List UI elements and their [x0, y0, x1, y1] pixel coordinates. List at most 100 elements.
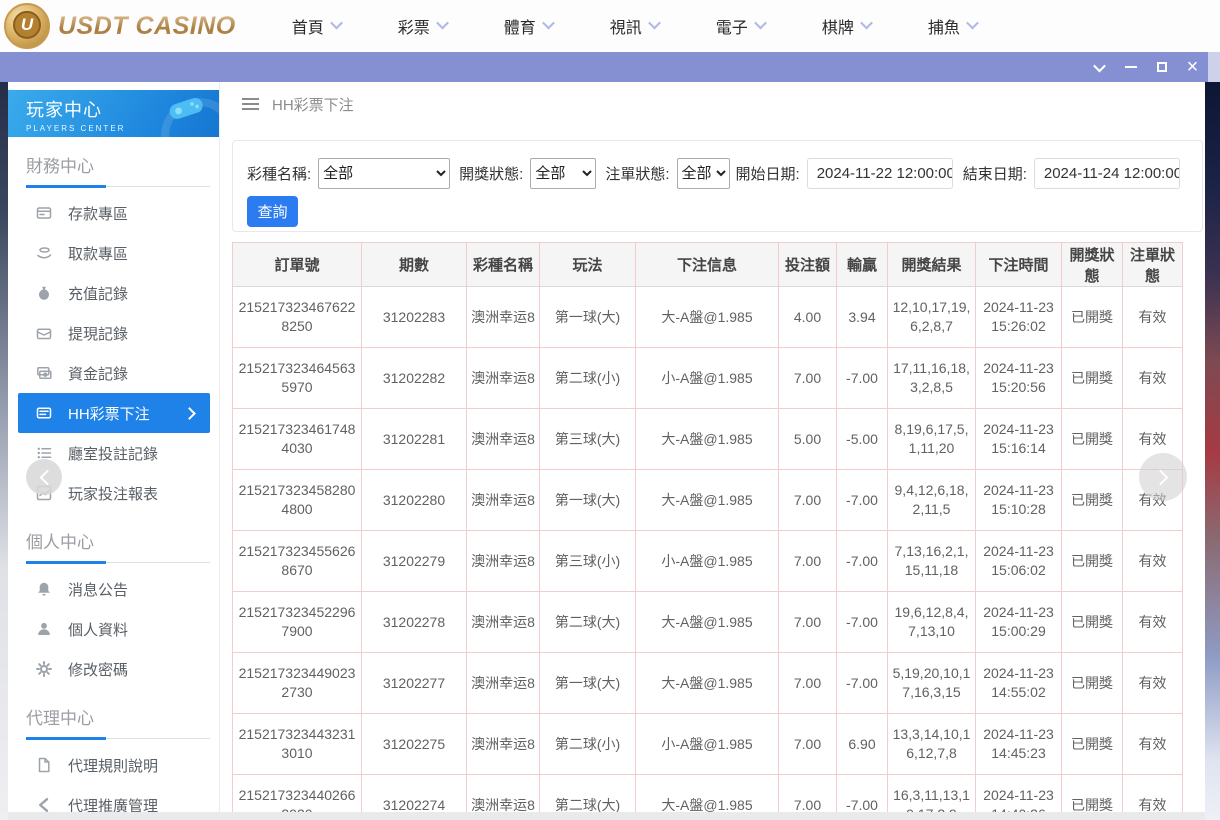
- window-menu-button[interactable]: [1084, 52, 1115, 82]
- filter-row: 彩種名稱: 全部 開獎狀態: 全部 注單狀態: 全部 開始日期: 結束日期:: [247, 158, 1202, 189]
- main-content: HH彩票下注 彩種名稱: 全部 開獎狀態: 全部 注單狀態: 全部: [221, 82, 1205, 812]
- table-cell: 5,19,20,10,17,16,3,15: [888, 653, 976, 714]
- sidebar-item-提現記錄[interactable]: 提現記錄: [18, 313, 210, 353]
- nav-item-捕魚[interactable]: 捕魚: [928, 14, 977, 38]
- table-cell: 有效: [1123, 714, 1183, 775]
- lottery-name-select[interactable]: 全部: [318, 158, 450, 189]
- table-cell: 小-A盤@1.985: [636, 348, 779, 409]
- chevron-left-icon: [39, 469, 55, 485]
- sidebar-item-代理規則說明[interactable]: 代理規則說明: [18, 745, 210, 785]
- person-icon: [36, 621, 52, 637]
- nav-item-label: 電子: [716, 14, 748, 38]
- sidebar-item-label: 修改密碼: [68, 659, 128, 680]
- table-cell: -7.00: [837, 531, 888, 592]
- close-button[interactable]: ×: [1177, 52, 1208, 82]
- sidebar: 玩家中心 PLAYERS CENTER 財務中心存款專區取款專區充值記錄提現記錄…: [8, 82, 220, 812]
- nav-item-label: 首頁: [292, 14, 324, 38]
- table-cell: 2152173234402662920: [233, 775, 362, 813]
- maximize-button[interactable]: [1146, 52, 1177, 82]
- draw-status-select[interactable]: 全部: [530, 158, 596, 189]
- table-cell: 澳洲幸运8: [467, 714, 540, 775]
- table-row: 215217323452296790031202278澳洲幸运8第二球(大)大-…: [233, 592, 1183, 653]
- table-cell: 7,13,16,2,1,15,11,18: [888, 531, 976, 592]
- table-row: 215217323455626867031202279澳洲幸运8第三球(小)小-…: [233, 531, 1183, 592]
- app-window: 玩家中心 PLAYERS CENTER 財務中心存款專區取款專區充值記錄提現記錄…: [8, 82, 1205, 812]
- table-cell: 12,10,17,19,6,2,8,7: [888, 287, 976, 348]
- table-cell: 已開獎: [1062, 653, 1123, 714]
- table-cell: 小-A盤@1.985: [636, 531, 779, 592]
- table-cell: 大-A盤@1.985: [636, 287, 779, 348]
- table-cell: 第二球(小): [540, 348, 636, 409]
- table-cell: 7.00: [779, 348, 837, 409]
- chevron-down-icon: [330, 17, 343, 30]
- start-date-input[interactable]: [807, 158, 953, 189]
- sidebar-item-label: 資金記錄: [68, 363, 128, 384]
- bottom-scrollbar-track: [8, 812, 1205, 820]
- table-cell: 有效: [1123, 287, 1183, 348]
- start-date-label: 開始日期:: [736, 163, 800, 184]
- table-cell: 31202283: [362, 287, 467, 348]
- usdt-casino-logo[interactable]: U USDT CASINO: [4, 3, 236, 49]
- menu-icon[interactable]: [242, 95, 259, 113]
- screen: U USDT CASINO 首頁彩票體育視訊電子棋牌捕魚 × 玩家中心 PLAY…: [0, 0, 1220, 820]
- column-header: 期數: [362, 243, 467, 287]
- end-date-input[interactable]: [1034, 158, 1180, 189]
- table-cell: 4.00: [779, 287, 837, 348]
- table-cell: 第二球(大): [540, 775, 636, 813]
- nav-item-label: 捕魚: [928, 14, 960, 38]
- sidebar-item-個人資料[interactable]: 個人資料: [18, 609, 210, 649]
- table-cell: 澳洲幸运8: [467, 653, 540, 714]
- table-cell: 已開獎: [1062, 287, 1123, 348]
- table-cell: 小-A盤@1.985: [636, 714, 779, 775]
- collapse-left-button[interactable]: [26, 459, 62, 495]
- nav-item-首頁[interactable]: 首頁: [292, 14, 341, 38]
- table-cell: 已開獎: [1062, 531, 1123, 592]
- table-cell: 澳洲幸运8: [467, 531, 540, 592]
- table-cell: 16,3,11,13,19,17,2,9: [888, 775, 976, 813]
- table-cell: 大-A盤@1.985: [636, 592, 779, 653]
- nav-item-彩票[interactable]: 彩票: [398, 14, 447, 38]
- main-nav: 首頁 彩票 體育 視訊 電子 棋牌 捕魚: [292, 14, 977, 38]
- table-cell: 31202278: [362, 592, 467, 653]
- nav-item-label: 體育: [504, 14, 536, 38]
- table-cell: 第一球(大): [540, 470, 636, 531]
- column-header: 開獎狀態: [1062, 243, 1123, 287]
- search-button[interactable]: 查詢: [247, 196, 298, 227]
- table-row: 215217323449023273031202277澳洲幸运8第一球(大)大-…: [233, 653, 1183, 714]
- sidebar-item-充值記錄[interactable]: 充值記錄: [18, 273, 210, 313]
- table-cell: 3.94: [837, 287, 888, 348]
- table-cell: -5.00: [837, 409, 888, 470]
- nav-item-體育[interactable]: 體育: [504, 14, 553, 38]
- sidebar-item-消息公告[interactable]: 消息公告: [18, 569, 210, 609]
- table-cell: 31202275: [362, 714, 467, 775]
- table-cell: 大-A盤@1.985: [636, 409, 779, 470]
- column-header: 注單狀態: [1123, 243, 1183, 287]
- table-cell: 7.00: [779, 714, 837, 775]
- table-cell: 大-A盤@1.985: [636, 470, 779, 531]
- lottery-bet-icon: [36, 405, 52, 421]
- column-header: 彩種名稱: [467, 243, 540, 287]
- nav-item-棋牌[interactable]: 棋牌: [822, 14, 871, 38]
- sidebar-item-資金記錄[interactable]: 資金記錄: [18, 353, 210, 393]
- sidebar-item-修改密碼[interactable]: 修改密碼: [18, 649, 210, 689]
- table-cell: 澳洲幸运8: [467, 775, 540, 813]
- minimize-button[interactable]: [1115, 52, 1146, 82]
- table-cell: -7.00: [837, 653, 888, 714]
- nav-item-電子[interactable]: 電子: [716, 14, 765, 38]
- nav-item-視訊[interactable]: 視訊: [610, 14, 659, 38]
- sidebar-item-取款專區[interactable]: 取款專區: [18, 233, 210, 273]
- deposit-card-icon: [36, 205, 52, 221]
- expand-right-button[interactable]: [1139, 453, 1187, 501]
- table-cell: 2152173234617484030: [233, 409, 362, 470]
- sidebar-item-存款專區[interactable]: 存款專區: [18, 193, 210, 233]
- sidebar-section-title: 財務中心: [26, 152, 219, 177]
- titlebar-edge: [1208, 52, 1220, 82]
- table-cell: 2024-11-23 14:55:02: [976, 653, 1062, 714]
- table-cell: 澳洲幸运8: [467, 287, 540, 348]
- funds-record-icon: [36, 365, 52, 381]
- table-row: 215217323467622825031202283澳洲幸运8第一球(大)大-…: [233, 287, 1183, 348]
- order-status-select[interactable]: 全部: [677, 158, 730, 189]
- sidebar-item-HH彩票下注[interactable]: HH彩票下注: [18, 393, 210, 433]
- withdrawal-record-icon: [36, 325, 52, 341]
- table-cell: 7.00: [779, 775, 837, 813]
